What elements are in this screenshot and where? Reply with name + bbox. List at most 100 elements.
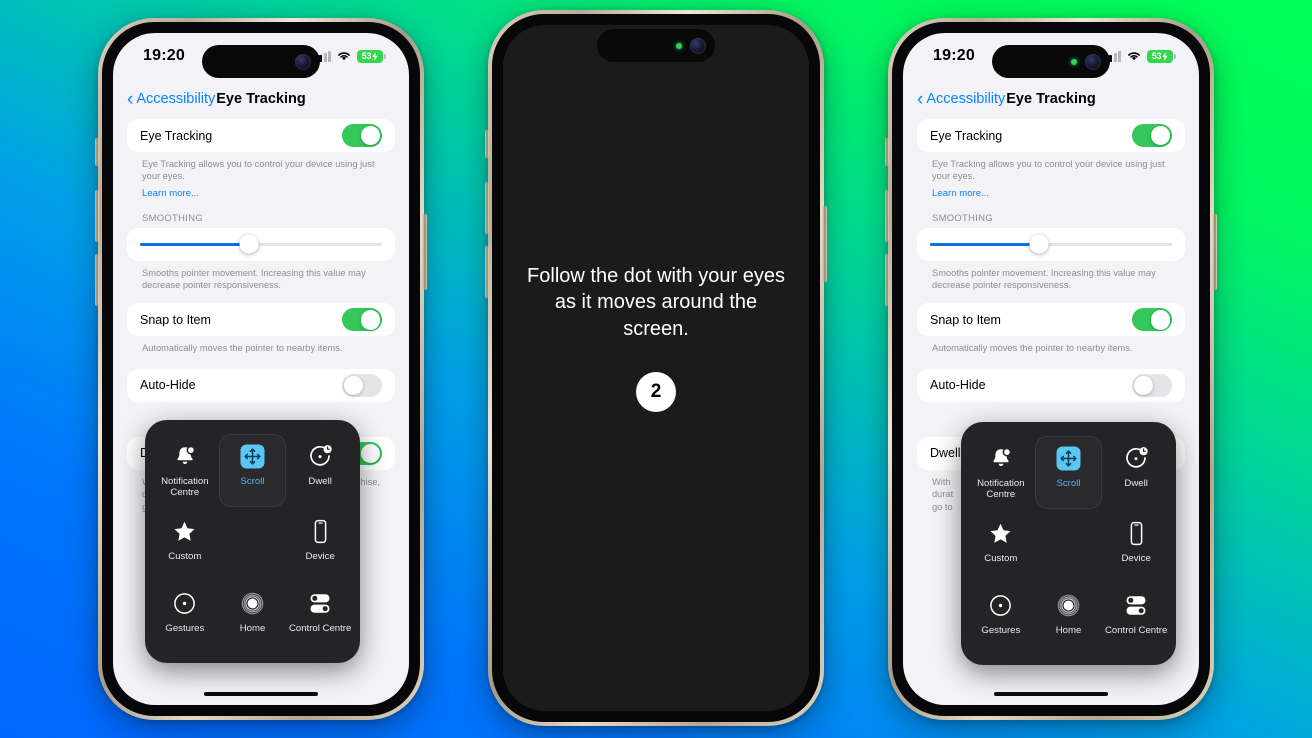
volume-up-button[interactable] (95, 190, 99, 242)
dwell-footnote-line1: With (932, 476, 951, 487)
auto-hide-toggle[interactable] (1132, 373, 1172, 397)
bell-badge-icon (170, 441, 200, 471)
gestures-dot-icon (170, 588, 200, 618)
toggle-knob (1133, 375, 1154, 395)
auto-hide-toggle[interactable] (342, 373, 382, 397)
dwell-footnote-right: hise, (360, 476, 380, 487)
menu-item-dwell[interactable]: Dwell (286, 434, 354, 507)
calibration-dot[interactable]: 2 (636, 372, 676, 413)
slider-fill (140, 242, 249, 246)
volume-down-button[interactable] (885, 254, 889, 306)
menu-item-home[interactable]: Home (219, 581, 287, 651)
smoothing-slider[interactable] (140, 234, 382, 254)
snap-to-item-toggle[interactable] (342, 308, 382, 332)
menu-item-label: Control Centre (288, 623, 352, 634)
menu-item-dwell[interactable]: Dwell (1102, 436, 1170, 509)
menu-item-custom[interactable]: Custom (967, 511, 1035, 581)
learn-more-link[interactable]: Learn more... (917, 183, 1185, 199)
volume-up-button[interactable] (885, 190, 889, 242)
back-button[interactable]: ‹ Accessibility (127, 90, 215, 109)
dwell-footnote-line2: durat (932, 489, 954, 500)
menu-item-device[interactable]: Device (286, 509, 354, 579)
row-label: Auto-Hide (930, 378, 986, 393)
toggle-knob (1150, 310, 1170, 330)
volume-up-button[interactable] (485, 182, 489, 234)
eye-tracking-toggle[interactable] (1132, 124, 1172, 147)
battery-percent: 53 (1151, 51, 1162, 61)
device-phone-icon (1121, 518, 1151, 548)
status-indicators: 53 (314, 49, 386, 63)
menu-item-gestures[interactable]: Gestures (151, 581, 219, 651)
power-button[interactable] (423, 214, 427, 290)
menu-item-control-centre[interactable]: Control Centre (286, 581, 354, 651)
status-time: 19:20 (143, 47, 185, 64)
menu-item-gestures[interactable]: Gestures (967, 583, 1035, 653)
back-button[interactable]: ‹ Accessibility (917, 90, 1005, 109)
menu-item-scroll[interactable]: Scroll (1035, 436, 1103, 509)
menu-item-label: Notification Centre (161, 476, 209, 499)
power-button[interactable] (1213, 214, 1217, 290)
toggle-knob (360, 443, 380, 463)
volume-down-button[interactable] (95, 254, 99, 306)
mute-switch[interactable] (95, 138, 99, 166)
row-auto-hide[interactable]: Auto-Hide (127, 368, 395, 402)
chevron-left-icon: ‹ (917, 88, 924, 110)
row-auto-hide[interactable]: Auto-Hide (917, 368, 1185, 402)
volume-down-button[interactable] (485, 246, 489, 298)
menu-item-home[interactable]: Home (1035, 583, 1103, 653)
row-eye-tracking[interactable]: Eye Tracking (917, 119, 1185, 152)
bell-badge-icon (986, 443, 1016, 473)
toggle-knob (360, 310, 380, 330)
menu-item-empty (1035, 511, 1103, 581)
menu-item-control-centre[interactable]: Control Centre (1102, 583, 1170, 653)
battery-icon: 53 (357, 49, 386, 63)
slider-thumb[interactable] (1029, 234, 1049, 254)
row-label: Snap to Item (930, 312, 1001, 327)
chevron-left-icon: ‹ (127, 88, 134, 110)
row-snap-to-item[interactable]: Snap to Item (917, 303, 1185, 337)
camera-active-indicator-icon (1071, 58, 1077, 65)
home-indicator[interactable] (204, 692, 318, 696)
wifi-icon (338, 52, 350, 61)
toggle-knob (343, 375, 364, 395)
menu-item-scroll[interactable]: Scroll (219, 434, 287, 507)
charging-bolt-icon (1162, 51, 1168, 61)
smoothing-slider-card[interactable] (127, 227, 395, 261)
home-circle-icon (237, 588, 267, 618)
row-eye-tracking[interactable]: Eye Tracking (127, 119, 395, 152)
smoothing-header: SMOOTHING (932, 211, 993, 223)
phone-bezel: 19:20 53 ‹ Accessibility Eye Tracking Ey… (102, 22, 420, 716)
row-snap-to-item[interactable]: Snap to Item (127, 303, 395, 337)
menu-item-custom[interactable]: Custom (151, 509, 219, 579)
toggle-knob (1150, 125, 1170, 146)
learn-more-link[interactable]: Learn more... (127, 183, 395, 199)
mute-switch[interactable] (485, 130, 489, 158)
snap-footnote: Automatically moves the pointer to nearb… (142, 343, 343, 354)
home-indicator[interactable] (994, 692, 1108, 696)
screen-right: 19:20 53 ‹ Accessibility Eye Tracking Ey… (903, 33, 1199, 705)
gestures-dot-icon (986, 590, 1016, 620)
control-centre-toggles-icon (305, 588, 335, 618)
menu-item-notification-centre[interactable]: Notification Centre (151, 434, 219, 507)
smoothing-footnote: Smooths pointer movement. Increasing thi… (142, 267, 366, 291)
dwell-footnote-line3: go to (932, 501, 953, 512)
smoothing-slider[interactable] (930, 234, 1172, 254)
slider-thumb[interactable] (239, 234, 259, 254)
assistive-touch-menu[interactable]: Notification Centre Scroll Dwell Custom … (961, 422, 1176, 665)
menu-item-notification-centre[interactable]: Notification Centre (967, 436, 1035, 509)
wifi-icon (1128, 52, 1140, 61)
menu-item-label: Device (1121, 553, 1151, 564)
menu-item-label: Scroll (1056, 478, 1081, 490)
menu-item-label: Home (1055, 625, 1082, 636)
smoothing-slider-card[interactable] (917, 227, 1185, 261)
menu-item-device[interactable]: Device (1102, 511, 1170, 581)
snap-to-item-toggle[interactable] (1132, 308, 1172, 332)
power-button[interactable] (823, 206, 827, 282)
slider-fill (930, 242, 1039, 246)
scroll-arrows-icon (1053, 443, 1083, 473)
eye-tracking-toggle[interactable] (342, 124, 382, 147)
dynamic-island (992, 45, 1110, 78)
assistive-touch-menu[interactable]: Notification Centre Scroll Dwell Custom … (145, 420, 360, 663)
mute-switch[interactable] (885, 138, 889, 166)
calibration-line-2: as it moves around the screen. (554, 291, 758, 340)
